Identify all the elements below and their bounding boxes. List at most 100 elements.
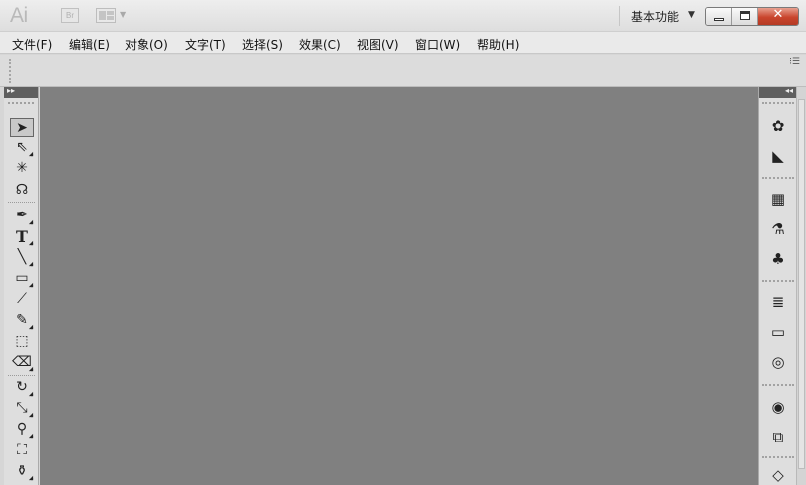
- tools-panel-header[interactable]: ▸▸: [4, 86, 38, 98]
- symbols-panel-button[interactable]: ♣: [766, 248, 790, 270]
- menu-help[interactable]: 帮助(H): [477, 36, 519, 53]
- free-transform-tool-icon: ⛶: [17, 442, 27, 458]
- menu-type[interactable]: 文字(T): [185, 36, 226, 53]
- layers-icon: ◇: [772, 466, 784, 484]
- pencil-tool[interactable]: ✎: [10, 311, 34, 330]
- divider: [762, 456, 794, 459]
- appearance-icon: ◉: [771, 398, 785, 416]
- rotate-tool[interactable]: ↻: [10, 378, 34, 397]
- color-guide-icon: ◣: [772, 147, 784, 165]
- menu-bar: 文件(F) 编辑(E) 对象(O) 文字(T) 选择(S) 效果(C) 视图(V…: [0, 32, 806, 54]
- menu-window[interactable]: 窗口(W): [415, 36, 460, 53]
- transparency-panel-button[interactable]: ◎: [766, 351, 790, 373]
- magic-wand-tool-icon: ✳: [16, 160, 28, 176]
- menu-effect[interactable]: 效果(C): [299, 36, 341, 53]
- arrange-documents-button[interactable]: [96, 8, 116, 23]
- scrollbar-thumb[interactable]: [798, 99, 805, 469]
- color-palette-icon: ✿: [771, 117, 785, 135]
- maximize-icon: [740, 11, 750, 20]
- brushes-icon: ⚗: [771, 220, 785, 238]
- rectangle-tool-icon: ▭: [15, 270, 29, 286]
- brushes-panel-button[interactable]: ⚗: [766, 218, 790, 240]
- eraser-tool[interactable]: ⌫: [10, 353, 34, 372]
- app-logo: Ai: [10, 4, 28, 27]
- title-bar: Ai Br ▼ 基本功能 ▼ ✕: [0, 0, 806, 32]
- workspace-dropdown-arrow[interactable]: ▼: [688, 10, 695, 20]
- close-button[interactable]: ✕: [758, 8, 798, 25]
- control-bar: ⁝☰: [0, 55, 806, 87]
- gradient-icon: ▭: [770, 323, 786, 341]
- direct-selection-tool-icon: ⇖: [16, 139, 28, 155]
- color-guide-panel-button[interactable]: ◣: [766, 145, 790, 167]
- minimize-button[interactable]: [706, 8, 732, 25]
- blob-brush-tool-icon: ⬚: [15, 333, 29, 349]
- control-bar-grip[interactable]: [9, 59, 11, 83]
- lasso-tool-icon: ☊: [15, 182, 29, 198]
- workspace-switcher[interactable]: 基本功能: [631, 8, 679, 25]
- swatches-icon: ▦: [770, 190, 786, 208]
- warp-tool[interactable]: ⚲: [10, 420, 34, 439]
- menu-select[interactable]: 选择(S): [242, 36, 283, 53]
- dock-header[interactable]: ◂◂: [759, 86, 796, 98]
- collapse-panel-icon[interactable]: ◂◂: [785, 86, 793, 95]
- gradient-panel-button[interactable]: ▭: [766, 321, 790, 343]
- rectangle-tool[interactable]: ▭: [10, 269, 34, 288]
- document-canvas[interactable]: [40, 87, 758, 485]
- paintbrush-tool-icon: ⟋: [17, 291, 27, 307]
- selection-tool[interactable]: ➤: [10, 118, 34, 137]
- chevron-down-icon[interactable]: ▼: [120, 10, 126, 19]
- close-icon: ✕: [772, 7, 784, 22]
- tools-panel: ▸▸ ➤ ⇖ ✳ ☊ ✒ T ╲ ▭ ⟋ ✎ ⬚ ⌫ ↻ ⤡ ⚲ ⛶ ⚱: [4, 86, 39, 485]
- direct-selection-tool[interactable]: ⇖: [10, 138, 34, 157]
- swatches-panel-button[interactable]: ▦: [766, 188, 790, 210]
- menu-view[interactable]: 视图(V): [357, 36, 399, 53]
- magic-wand-tool[interactable]: ✳: [10, 159, 34, 178]
- appearance-panel-button[interactable]: ◉: [766, 396, 790, 418]
- type-tool-icon: T: [16, 227, 28, 246]
- scale-tool-icon: ⤡: [16, 400, 28, 416]
- menu-file[interactable]: 文件(F): [12, 36, 52, 53]
- stroke-icon: ≣: [771, 293, 785, 311]
- dock-scrollbar[interactable]: [796, 87, 806, 485]
- pencil-tool-icon: ✎: [16, 312, 28, 328]
- scale-tool[interactable]: ⤡: [10, 399, 34, 418]
- expand-panel-icon[interactable]: ▸▸: [7, 86, 15, 95]
- line-segment-tool[interactable]: ╲: [10, 248, 34, 267]
- symbols-icon: ♣: [771, 250, 785, 268]
- divider: [619, 6, 620, 26]
- maximize-button[interactable]: [732, 8, 758, 25]
- pen-tool[interactable]: ✒: [10, 206, 34, 225]
- window-controls: ✕: [705, 7, 799, 26]
- line-segment-tool-icon: ╲: [17, 249, 27, 265]
- pen-tool-icon: ✒: [16, 207, 28, 223]
- graphic-styles-panel-button[interactable]: ⧉: [766, 426, 790, 448]
- type-tool[interactable]: T: [10, 227, 34, 246]
- graphic-styles-icon: ⧉: [772, 428, 784, 446]
- divider: [762, 384, 794, 387]
- layout-icon: [99, 11, 106, 20]
- panel-dock: ◂◂ ✿ ◣ ▦ ⚗ ♣ ≣ ▭ ◎ ◉ ⧉ ◇: [758, 86, 796, 485]
- menu-edit[interactable]: 编辑(E): [69, 36, 110, 53]
- menu-object[interactable]: 对象(O): [125, 36, 168, 53]
- dock-grip[interactable]: [762, 102, 794, 105]
- color-panel-button[interactable]: ✿: [766, 115, 790, 137]
- transparency-icon: ◎: [771, 353, 785, 371]
- paintbrush-tool[interactable]: ⟋: [10, 290, 34, 309]
- divider: [762, 280, 794, 283]
- stroke-panel-button[interactable]: ≣: [766, 291, 790, 313]
- symbol-sprayer-tool-icon: ⚱: [16, 463, 28, 479]
- layers-panel-button[interactable]: ◇: [766, 464, 790, 485]
- panel-menu-icon[interactable]: ⁝☰: [789, 57, 800, 67]
- symbol-sprayer-tool[interactable]: ⚱: [10, 462, 34, 481]
- divider: [762, 177, 794, 180]
- divider: [8, 202, 35, 203]
- bridge-button[interactable]: Br: [61, 8, 79, 23]
- warp-tool-icon: ⚲: [16, 421, 28, 437]
- divider: [8, 375, 35, 376]
- tools-panel-grip[interactable]: [8, 102, 34, 108]
- rotate-tool-icon: ↻: [16, 379, 28, 395]
- minimize-icon: [714, 18, 724, 21]
- blob-brush-tool[interactable]: ⬚: [10, 332, 34, 351]
- lasso-tool[interactable]: ☊: [10, 181, 34, 200]
- free-transform-tool[interactable]: ⛶: [10, 441, 34, 460]
